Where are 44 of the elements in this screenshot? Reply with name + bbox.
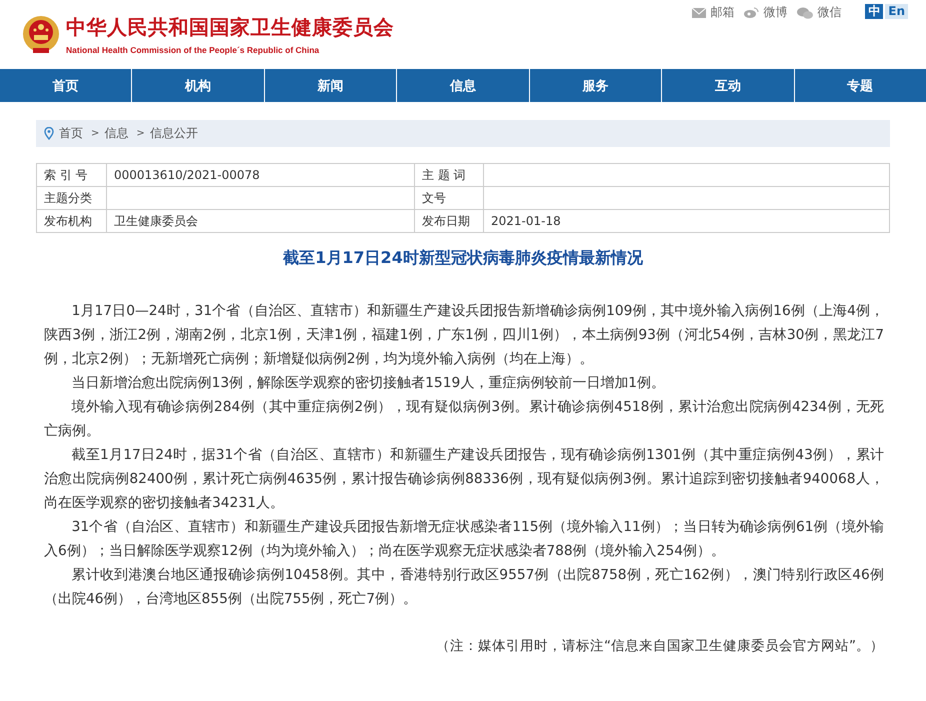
nav-item[interactable]: 机构 (131, 69, 264, 102)
nav-item[interactable]: 互动 (661, 69, 794, 102)
breadcrumb-link[interactable]: 信息公开 (150, 125, 198, 142)
nav-item[interactable]: 首页 (0, 69, 132, 102)
breadcrumb-link[interactable]: 信息 (104, 125, 128, 142)
site-title: 中华人民共和国国家卫生健康委员会 (66, 14, 394, 41)
meta-label: 发布机构 (36, 210, 106, 232)
nav-item[interactable]: 信息 (396, 69, 529, 102)
location-pin-icon (44, 127, 54, 140)
nav-item[interactable]: 服务 (528, 69, 662, 102)
top-link-label: 邮箱 (710, 4, 734, 21)
article-note: （注：媒体引用时，请标注“信息来自国家卫生健康委员会官方网站”。） (435, 637, 884, 655)
article-paragraph: 当日新增治愈出院病例13例，解除医学观察的密切接触者1519人，重症病例较前一日增加1例。 (70, 374, 666, 393)
breadcrumb-link[interactable]: 首页 (59, 125, 83, 142)
article-paragraph: 境外输入现有确诊病例284例（其中重症病例2例），现有疑似病例3例。累计确诊病例4518例，累计治愈出院病例4234例，无死亡病例。 (43, 398, 885, 441)
nav-item[interactable]: 新闻 (264, 69, 396, 102)
article-title: 截至1月17日24时新型冠状病毒肺炎疫情最新情况 (282, 248, 644, 269)
meta-value: 卫生健康委员会 (106, 210, 414, 232)
language-tab[interactable]: 中 (865, 4, 884, 19)
meta-label: 发布日期 (414, 210, 484, 232)
meta-value: 000013610/2021-00078 (106, 164, 414, 186)
chat-bubbles-icon (797, 6, 814, 18)
article-paragraph: 1月17日0—24时，31个省（自治区、直辖市）和新疆生产建设兵团报告新增确诊病例109例，其中境外输入病例16例（上海4例，陕西3例，浙江2例，湖南2例，北京1例，天津1例，福建1例，广东1例，四川1例），本土病例93例（河北54例，吉林30例，黑龙江7例，北京2例）；无新增死亡病例；新增疑似病例2例，均为境外输入病例（均在上海）。 (43, 302, 885, 369)
top-link[interactable]: 微信 (797, 4, 842, 21)
language-tab[interactable]: En (885, 4, 908, 19)
top-link-label: 微信 (817, 4, 842, 21)
article-paragraph: 累计收到港澳台地区通报确诊病例10458例。其中，香港特别行政区9557例（出院8758例，死亡162例），澳门特别行政区46例（出院46例），台湾地区855例（出院755例，死亡7例）。 (43, 566, 885, 609)
meta-label: 主题分类 (36, 186, 106, 210)
top-link[interactable]: 微博 (744, 4, 788, 21)
top-link[interactable]: 邮箱 (692, 4, 734, 21)
top-link-label: 微博 (763, 4, 788, 21)
meta-label: 主 题 词 (414, 164, 484, 186)
article-paragraph: 截至1月17日24时，据31个省（自治区、直辖市）和新疆生产建设兵团报告，现有确诊病例1301例（其中重症病例43例），累计治愈出院病例82400例，累计死亡病例4635例，累计报告确诊病例88336例，现有疑似病例3例。累计追踪到密切接触者940068人，尚在医学观察的密切接触者34231人。 (43, 446, 885, 513)
breadcrumb-separator: > (91, 128, 100, 139)
site-subtitle: National Health Commission of the People´s Republic of China (66, 45, 320, 55)
breadcrumb-separator: > (136, 128, 145, 139)
meta-label: 索 引 号 (36, 164, 106, 186)
meta-label: 文号 (414, 186, 484, 210)
mail-icon (692, 8, 706, 18)
meta-value: 2021-01-18 (484, 210, 890, 232)
nav-item[interactable]: 专题 (794, 69, 926, 102)
emblem-icon (22, 14, 60, 54)
eye-logo-icon (744, 7, 760, 18)
article-paragraph: 31个省（自治区、直辖市）和新疆生产建设兵团报告新增无症状感染者115例（境外输入11例）；当日转为确诊病例61例（境外输入6例）；当日解除医学观察12例（均为境外输入）；尚在医学观察无症状感染者788例（境外输入254例）。 (43, 518, 885, 561)
